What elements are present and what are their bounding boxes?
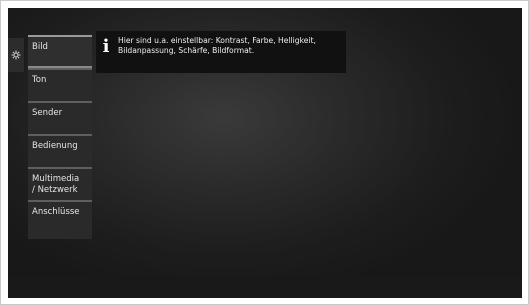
gear-icon: [11, 50, 21, 60]
screenshot-frame: Bild Ton Sender Bedienung Multimedia / N…: [0, 0, 529, 305]
info-text: Hier sind u.a. einstellbar: Kontrast, Fa…: [118, 36, 316, 55]
settings-tab[interactable]: [8, 38, 25, 72]
menu-item-bild[interactable]: Bild: [28, 35, 92, 68]
info-icon: i: [102, 36, 110, 57]
menu-item-ton[interactable]: Ton: [28, 68, 92, 101]
menu-item-multimedia-netzwerk[interactable]: Multimedia / Netzwerk: [28, 167, 92, 200]
bottom-band: [8, 276, 522, 298]
menu-item-sender[interactable]: Sender: [28, 101, 92, 134]
settings-menu: Bild Ton Sender Bedienung Multimedia / N…: [28, 35, 92, 239]
menu-item-bedienung[interactable]: Bedienung: [28, 134, 92, 167]
menu-item-anschluesse[interactable]: Anschlüsse: [28, 200, 92, 233]
info-panel: i Hier sind u.a. einstellbar: Kontrast, …: [96, 31, 346, 73]
tv-screen: Bild Ton Sender Bedienung Multimedia / N…: [8, 8, 522, 298]
